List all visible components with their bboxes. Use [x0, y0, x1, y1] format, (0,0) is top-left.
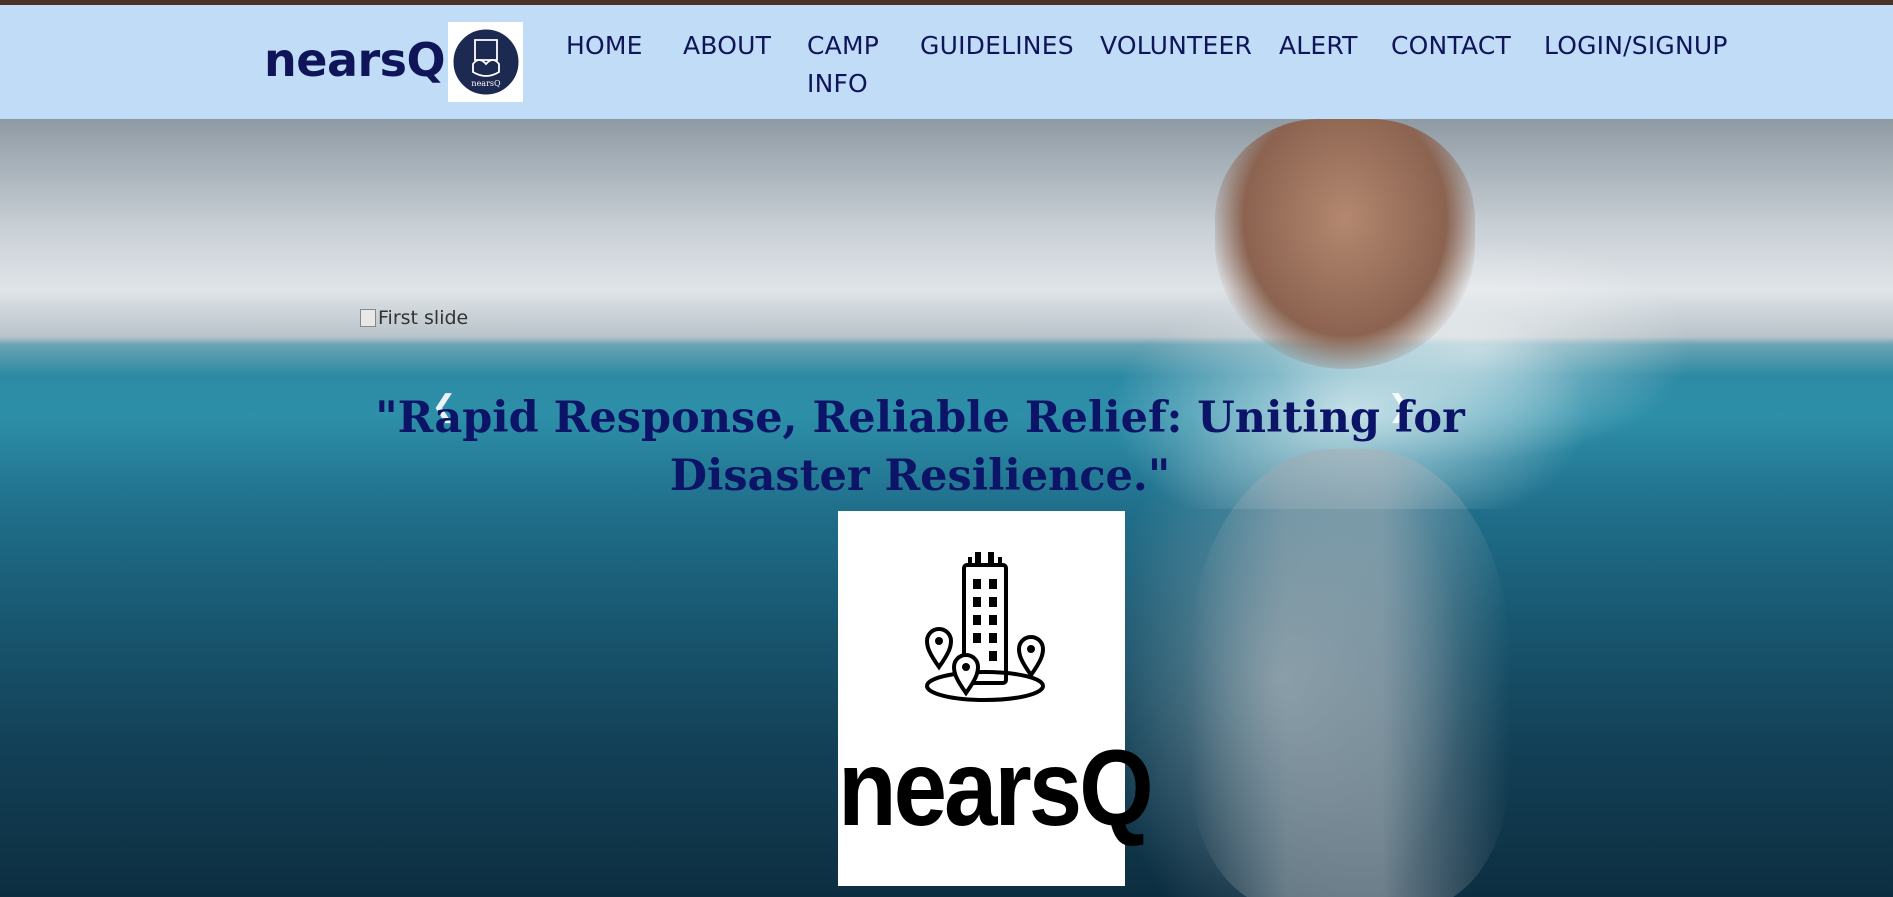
submerged-arm-image	[1190, 449, 1510, 897]
nearsq-logo-card: nearsQ	[838, 511, 1154, 886]
nav-camp-info-line2: INFO	[807, 69, 868, 98]
nav-contact[interactable]: CONTACT	[1391, 27, 1511, 65]
hands-logo-icon: nearsQ	[452, 28, 519, 96]
nav-camp-info-line1: CAMP	[807, 31, 880, 60]
nav-about[interactable]: ABOUT	[683, 27, 771, 65]
nav-camp-info[interactable]: CAMP INFO	[807, 27, 879, 103]
nav-alert[interactable]: ALERT	[1279, 27, 1358, 65]
brand-name[interactable]: nearsQ	[264, 33, 446, 87]
svg-text:nearsQ: nearsQ	[471, 79, 501, 88]
building-location-icon	[924, 552, 1046, 702]
nav-home[interactable]: HOME	[566, 27, 643, 65]
brand-logo[interactable]: nearsQ	[448, 22, 523, 102]
nav-login-signup[interactable]: LOGIN/SIGNUP	[1544, 27, 1728, 65]
slide-image-placeholder: First slide	[360, 307, 468, 329]
slide-image-alt: First slide	[378, 307, 469, 329]
broken-image-icon	[360, 309, 376, 327]
rescue-hand-image	[1215, 119, 1475, 369]
nav-guidelines[interactable]: GUIDELINES	[920, 27, 1074, 65]
hero-carousel: First slide ❮ ❯ "Rapid Response, Reliabl…	[0, 119, 1893, 897]
navbar: nearsQ nearsQ HOME ABOUT CAMP INFO GUIDE…	[0, 5, 1893, 119]
slide-caption: "Rapid Response, Reliable Relief: Unitin…	[375, 393, 1465, 501]
nearsq-logo-text: nearsQ	[838, 728, 1154, 849]
nav-volunteer[interactable]: VOLUNTEER	[1100, 27, 1252, 65]
